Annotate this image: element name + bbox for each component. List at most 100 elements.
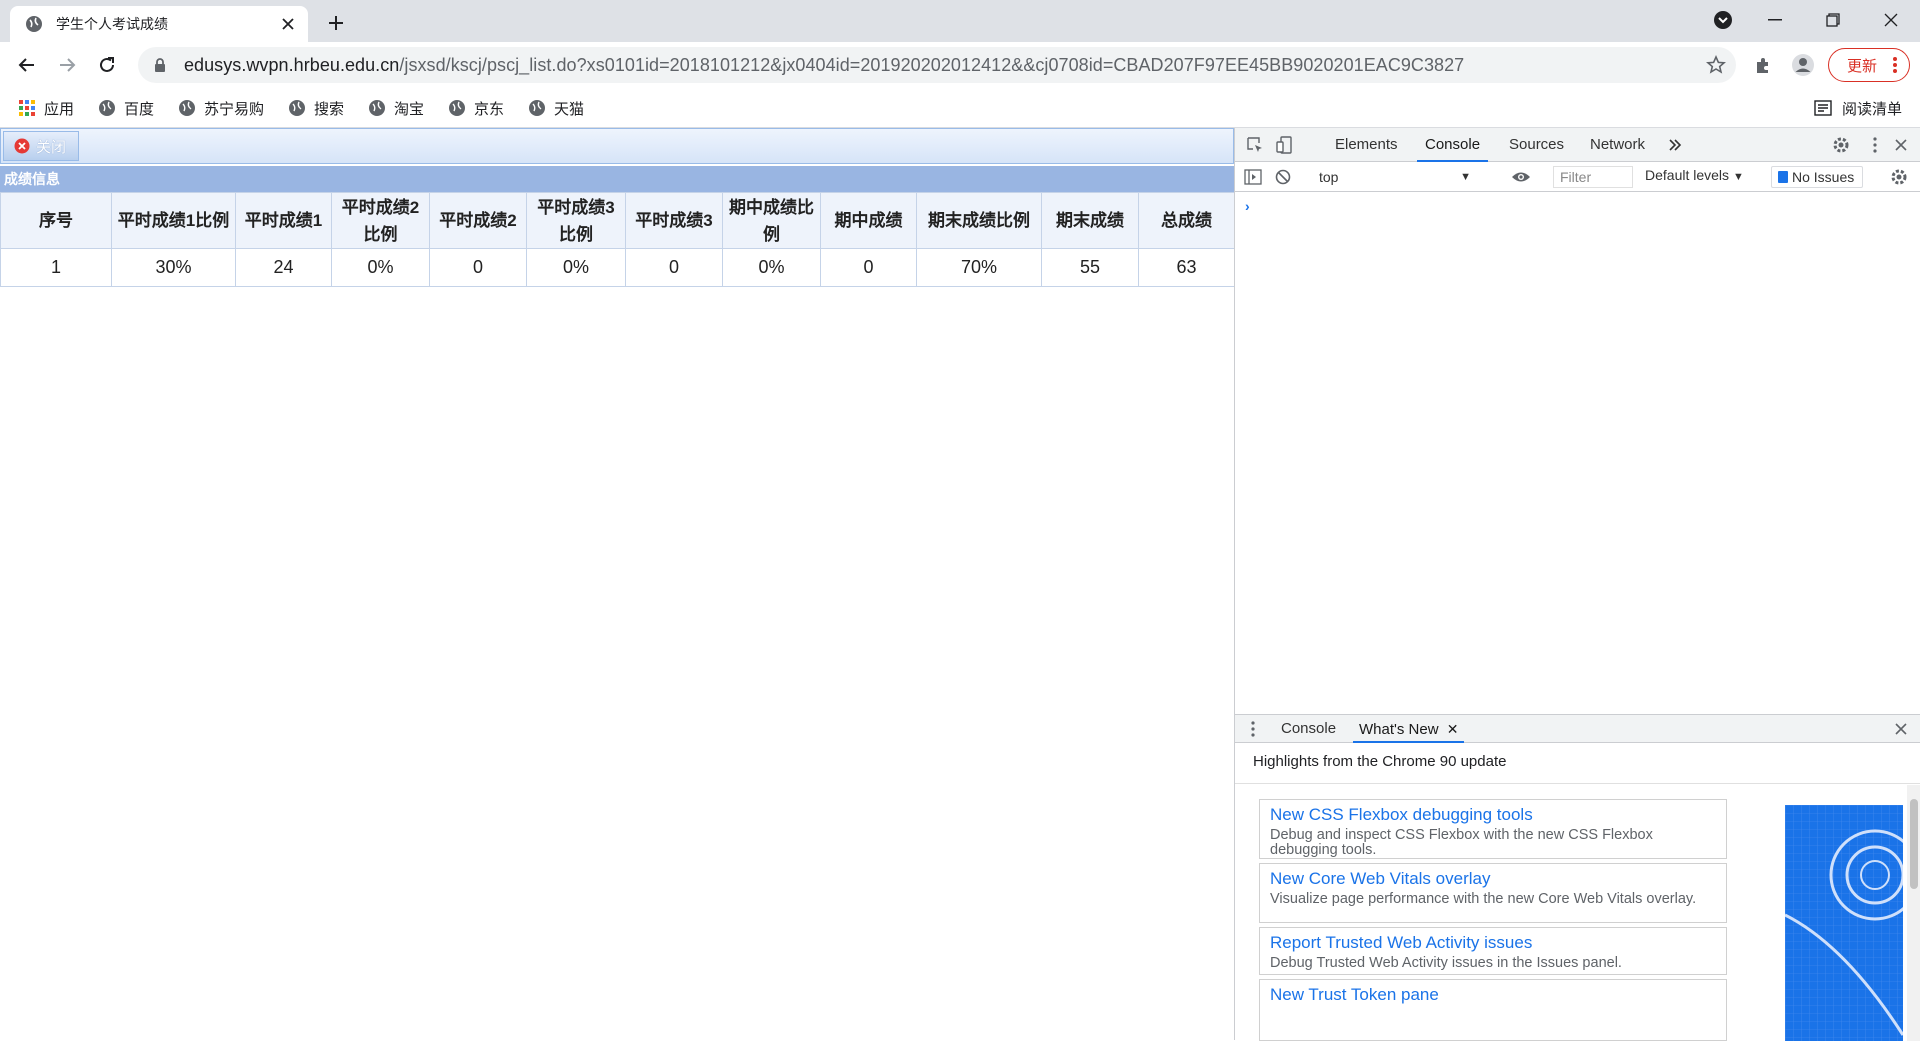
tab-title: 学生个人考试成绩	[56, 16, 168, 32]
bookmark-label: 天猫	[554, 100, 585, 118]
drawer-scrollbar[interactable]	[1907, 785, 1920, 1041]
device-toolbar-icon[interactable]	[1275, 135, 1295, 155]
apps-grid-icon	[18, 99, 36, 117]
reading-list-button[interactable]: 阅读清单	[1814, 96, 1902, 120]
scrollbar-thumb[interactable]	[1910, 799, 1918, 889]
inspect-element-icon[interactable]	[1245, 135, 1265, 155]
browser-toolbar: edusys.wvpn.hrbeu.edu.cn/jsxsd/kscj/pscj…	[0, 42, 1920, 88]
tab-console[interactable]: Console	[1417, 128, 1489, 162]
close-button[interactable]: 关闭	[3, 131, 79, 161]
bookmark-suning[interactable]: 苏宁易购	[178, 96, 264, 120]
lock-icon[interactable]	[152, 57, 168, 73]
more-tabs-icon[interactable]	[1665, 135, 1685, 155]
tab-elements[interactable]: Elements	[1327, 128, 1406, 162]
eye-icon[interactable]	[1511, 167, 1531, 187]
bookmark-label: 应用	[44, 100, 75, 118]
table-cell: 0%	[331, 248, 430, 287]
close-icon[interactable]	[278, 14, 298, 34]
card-title-link[interactable]: New Core Web Vitals overlay	[1270, 868, 1716, 890]
context-select[interactable]: top ▼	[1315, 167, 1477, 187]
devtools-drawer: Console What's New ✕ Highlights from the…	[1235, 714, 1920, 1041]
log-levels-label: Default levels	[1645, 167, 1730, 183]
bookmark-tmall[interactable]: 天猫	[528, 96, 584, 120]
star-icon[interactable]	[1704, 53, 1728, 77]
tab-network[interactable]: Network	[1582, 128, 1653, 162]
divider	[1235, 783, 1920, 784]
dropdown-arrow-icon: ▼	[1460, 171, 1471, 183]
card-description: Visualize page performance with the new …	[1270, 891, 1697, 907]
bookmark-baidu[interactable]: 百度	[98, 96, 154, 120]
close-icon[interactable]: ✕	[1447, 721, 1459, 737]
new-tab-button[interactable]	[322, 9, 350, 37]
highlights-heading: Highlights from the Chrome 90 update	[1253, 753, 1507, 770]
card-title-link[interactable]: New CSS Flexbox debugging tools	[1270, 804, 1716, 826]
drawer-menu-icon[interactable]	[1243, 719, 1263, 739]
extensions-icon[interactable]	[1748, 50, 1778, 80]
whats-new-card[interactable]: New Core Web Vitals overlay Visualize pa…	[1259, 863, 1727, 923]
issues-button[interactable]: No Issues	[1771, 166, 1863, 188]
section-title: 成绩信息	[0, 166, 1234, 192]
table-cell: 55	[1041, 248, 1139, 287]
table-cell: 30%	[111, 248, 236, 287]
table-row: 1 30% 24 0% 0 0% 0 0% 0 70% 55 63	[0, 248, 1235, 287]
tab-search-icon[interactable]	[1700, 0, 1746, 40]
globe-icon	[368, 99, 386, 117]
tab-sources[interactable]: Sources	[1501, 128, 1572, 162]
dropdown-arrow-icon: ▼	[1732, 171, 1744, 183]
column-header: 平时成绩1比例	[111, 192, 236, 249]
close-devtools-icon[interactable]	[1891, 135, 1911, 155]
log-levels-dropdown[interactable]: Default levels ▼	[1645, 167, 1744, 183]
table-cell: 24	[235, 248, 332, 287]
column-header: 总成绩	[1138, 192, 1235, 249]
console-toolbar: top ▼ Filter Default levels ▼ No Issues	[1235, 162, 1920, 192]
minimize-button[interactable]	[1752, 0, 1798, 40]
menu-dots-icon	[1893, 56, 1897, 78]
window-close-button[interactable]	[1868, 0, 1914, 40]
console-settings-gear-icon[interactable]	[1889, 167, 1909, 187]
globe-icon	[448, 99, 466, 117]
console-filter-input[interactable]: Filter	[1553, 166, 1633, 188]
bookmark-apps[interactable]: 应用	[18, 96, 74, 120]
card-title-link[interactable]: Report Trusted Web Activity issues	[1270, 932, 1716, 954]
column-header: 期中成绩比例	[722, 192, 821, 249]
browser-tab[interactable]: 学生个人考试成绩	[10, 6, 308, 42]
globe-icon	[178, 99, 196, 117]
url-text[interactable]: edusys.wvpn.hrbeu.edu.cn/jsxsd/kscj/pscj…	[184, 55, 1464, 76]
card-title-link[interactable]: New Trust Token pane	[1270, 984, 1716, 1006]
back-button[interactable]	[12, 50, 42, 80]
restore-button[interactable]	[1810, 0, 1856, 40]
whats-new-card[interactable]: Report Trusted Web Activity issues Debug…	[1259, 927, 1727, 975]
issues-label: No Issues	[1792, 169, 1855, 185]
sidebar-toggle-icon[interactable]	[1243, 167, 1263, 187]
drawer-tab-whats-new[interactable]: What's New ✕	[1353, 715, 1465, 743]
reading-list-icon	[1814, 99, 1832, 117]
forward-button[interactable]	[52, 50, 82, 80]
column-header: 期中成绩	[820, 192, 917, 249]
bookmark-taobao[interactable]: 淘宝	[368, 96, 424, 120]
update-label: 更新	[1847, 57, 1878, 75]
whats-new-card[interactable]: New Trust Token pane	[1259, 979, 1727, 1041]
profile-avatar-icon[interactable]	[1788, 50, 1818, 80]
bookmark-jd[interactable]: 京东	[448, 96, 504, 120]
page-toolbar: 关闭	[0, 128, 1234, 164]
drawer-tab-label: What's New	[1359, 721, 1439, 738]
update-button[interactable]: 更新	[1828, 48, 1910, 82]
drawer-tab-bar: Console What's New ✕	[1235, 715, 1920, 743]
column-header: 序号	[0, 192, 112, 249]
bookmark-search[interactable]: 搜索	[288, 96, 344, 120]
bookmarks-bar: 应用 百度 苏宁易购 搜索 淘宝 京东 天猫 阅读清单	[0, 88, 1920, 128]
whats-new-card[interactable]: New CSS Flexbox debugging tools Debug an…	[1259, 799, 1727, 859]
clear-console-icon[interactable]	[1273, 167, 1293, 187]
kebab-menu-icon[interactable]	[1865, 135, 1885, 155]
url-host: edusys.wvpn.hrbeu.edu.cn	[184, 54, 400, 75]
settings-gear-icon[interactable]	[1831, 135, 1851, 155]
reload-button[interactable]	[92, 50, 122, 80]
card-description: Debug Trusted Web Activity issues in the…	[1270, 955, 1622, 971]
drawer-tab-console[interactable]: Console	[1275, 715, 1342, 743]
devtools-panel: Elements Console Sources Network top ▼ F…	[1234, 128, 1920, 1041]
table-cell: 70%	[916, 248, 1042, 287]
table-cell: 1	[0, 248, 112, 287]
address-bar[interactable]: edusys.wvpn.hrbeu.edu.cn/jsxsd/kscj/pscj…	[138, 47, 1736, 83]
console-prompt-icon[interactable]: ›	[1245, 198, 1250, 214]
close-drawer-icon[interactable]	[1891, 719, 1911, 739]
